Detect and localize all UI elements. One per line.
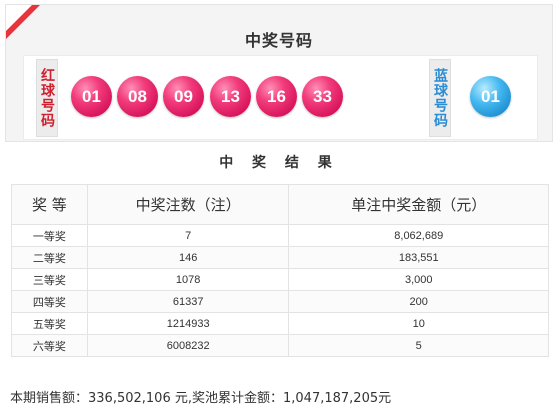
- sales-label: 本期销售额：: [10, 391, 89, 406]
- red-ball-label: 红球号码: [39, 68, 55, 128]
- red-ball: 33: [302, 76, 343, 117]
- prize-amount: 5: [288, 334, 549, 357]
- table-row: 三等奖 1078 3,000: [11, 268, 549, 291]
- column-header-count: 中奖注数（注）: [86, 184, 290, 225]
- table-row: 五等奖 1214933 10: [11, 312, 549, 335]
- winner-count: 7: [86, 224, 290, 247]
- results-title: 中 奖 结 果: [219, 155, 339, 171]
- pool-value: 1,047,187,205元: [283, 391, 392, 406]
- winning-numbers-panel: 中奖号码 红球号码 01 08 09 13 16 33 01 蓝球号码: [5, 4, 553, 142]
- prize-amount: 3,000: [288, 268, 549, 291]
- prize-level: 二等奖: [11, 246, 88, 269]
- table-row: 六等奖 6008232 5: [11, 334, 549, 357]
- red-ball: 13: [210, 76, 251, 117]
- column-header-amount: 单注中奖金额（元）: [288, 184, 549, 225]
- prize-level: 五等奖: [11, 312, 88, 335]
- table-row: 二等奖 146 183,551: [11, 246, 549, 269]
- prize-level: 一等奖: [11, 224, 88, 247]
- blue-ball: 01: [470, 76, 511, 117]
- prize-amount: 8,062,689: [288, 224, 549, 247]
- red-ball: 16: [256, 76, 297, 117]
- results-table: 奖 等 中奖注数（注） 单注中奖金额（元） 一等奖 7 8,062,689 二等…: [11, 184, 549, 357]
- column-header-level: 奖 等: [11, 184, 88, 225]
- winner-count: 6008232: [86, 334, 290, 357]
- prize-level: 三等奖: [11, 268, 88, 291]
- red-ball-label-box: 红球号码: [36, 59, 58, 137]
- prize-amount: 200: [288, 290, 549, 313]
- balls-box: 红球号码 01 08 09 13 16 33 01 蓝球号码: [23, 55, 538, 140]
- prize-level: 六等奖: [11, 334, 88, 357]
- red-ball: 08: [117, 76, 158, 117]
- pool-label: ,奖池累计金额：: [187, 391, 283, 406]
- blue-ball-label-box: 蓝球号码: [429, 59, 451, 137]
- red-ball: 09: [163, 76, 204, 117]
- sales-summary: 本期销售额：336,502,106 元,奖池累计金额：1,047,187,205…: [10, 387, 391, 406]
- winner-count: 1214933: [86, 312, 290, 335]
- winning-numbers-title: 中奖号码: [244, 31, 313, 50]
- table-header-row: 奖 等 中奖注数（注） 单注中奖金额（元）: [11, 184, 549, 225]
- prize-level: 四等奖: [11, 290, 88, 313]
- winner-count: 146: [86, 246, 290, 269]
- prize-amount: 183,551: [288, 246, 549, 269]
- prize-amount: 10: [288, 312, 549, 335]
- table-row: 一等奖 7 8,062,689: [11, 224, 549, 247]
- red-ball: 01: [71, 76, 112, 117]
- blue-ball-label: 蓝球号码: [432, 68, 448, 128]
- winner-count: 61337: [86, 290, 290, 313]
- winner-count: 1078: [86, 268, 290, 291]
- sales-value: 336,502,106 元: [88, 391, 188, 406]
- table-row: 四等奖 61337 200: [11, 290, 549, 313]
